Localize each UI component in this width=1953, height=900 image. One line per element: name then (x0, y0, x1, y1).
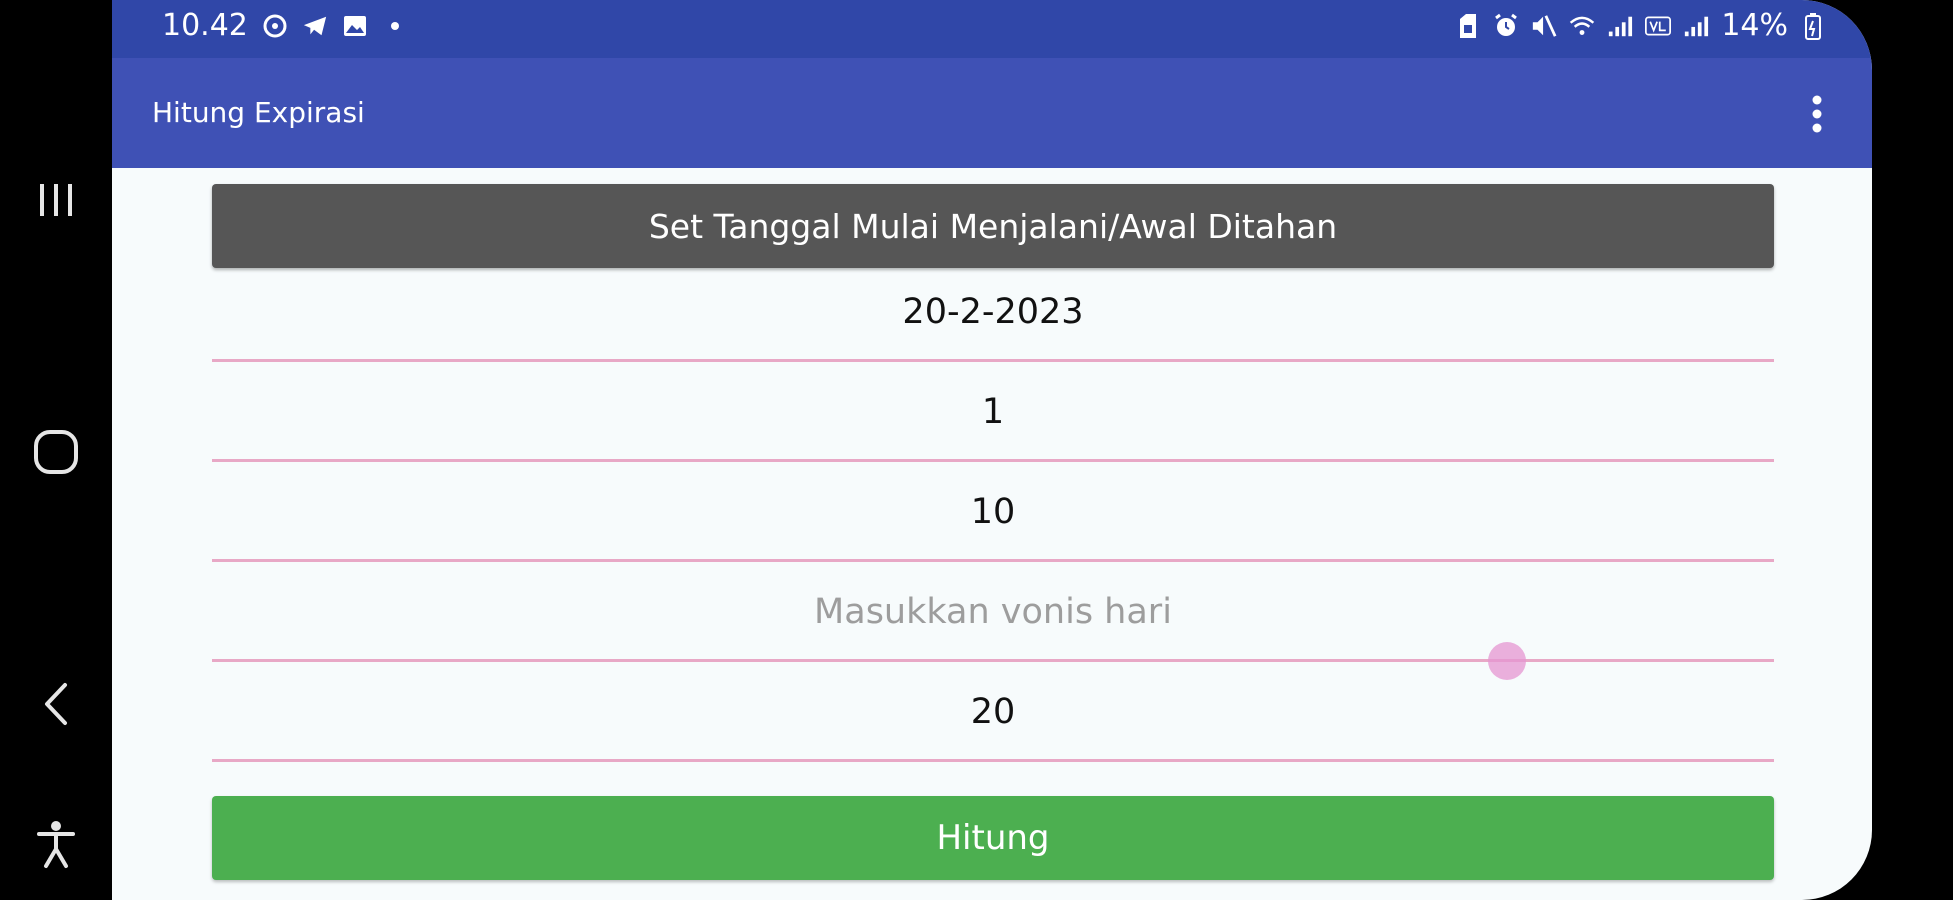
wifi-icon (1569, 13, 1595, 39)
sim-icon (1455, 13, 1481, 39)
more-vertical-icon (1812, 95, 1822, 133)
signal-icon (1607, 13, 1633, 39)
field-underline (212, 759, 1774, 762)
navigation-bar (0, 0, 112, 900)
field-2-value: 1 (981, 392, 1005, 432)
dot-icon (382, 13, 408, 39)
home-icon (34, 430, 78, 474)
hitung-button[interactable]: Hitung (212, 796, 1774, 880)
app-screen: 10.42 14% Hitung Expirasi Set Tanggal Mu… (112, 0, 1872, 900)
mute-icon (1531, 13, 1557, 39)
whatsapp-icon (262, 13, 288, 39)
gallery-icon (342, 13, 368, 39)
back-button[interactable] (0, 664, 112, 744)
field-5-input[interactable]: 20 (212, 662, 1774, 762)
field-5-value: 20 (970, 692, 1016, 732)
recents-icon (40, 184, 72, 216)
more-options-button[interactable] (1802, 92, 1832, 136)
field-3-value: 10 (970, 492, 1016, 532)
accessibility-button[interactable] (0, 804, 112, 884)
start-date-value: 20-2-2023 (902, 292, 1084, 332)
field-2-input[interactable]: 1 (212, 362, 1774, 462)
app-title: Hitung Expirasi (152, 96, 365, 129)
signal-icon (1683, 13, 1709, 39)
start-date-field[interactable]: 20-2-2023 (212, 262, 1774, 362)
battery-icon (1800, 12, 1826, 40)
battery-percent: 14% (1721, 8, 1788, 43)
back-icon (45, 683, 67, 725)
set-date-button[interactable]: Set Tanggal Mulai Menjalani/Awal Ditahan (212, 184, 1774, 268)
telegram-icon (302, 13, 328, 39)
alarm-icon (1493, 13, 1519, 39)
accessibility-icon (37, 821, 75, 868)
form-container: Set Tanggal Mulai Menjalani/Awal Ditahan… (112, 168, 1872, 900)
home-button[interactable] (0, 412, 112, 492)
status-bar: 10.42 14% (112, 0, 1872, 58)
recents-button[interactable] (0, 160, 112, 240)
vonis-hari-placeholder: Masukkan vonis hari (814, 592, 1172, 632)
volte-icon (1645, 13, 1672, 39)
touch-indicator (1488, 642, 1526, 680)
status-time: 10.42 (162, 8, 248, 43)
vonis-hari-input[interactable]: Masukkan vonis hari (212, 562, 1774, 662)
field-3-input[interactable]: 10 (212, 462, 1774, 562)
app-bar: Hitung Expirasi (112, 58, 1872, 168)
